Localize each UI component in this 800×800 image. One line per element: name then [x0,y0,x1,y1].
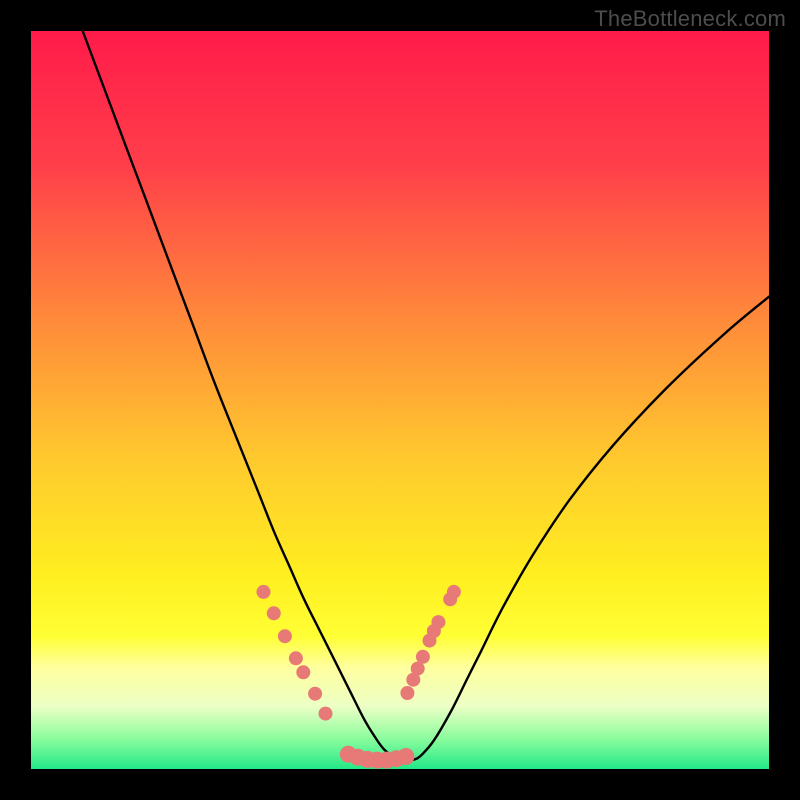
plot-area [31,31,769,769]
background-gradient [31,31,769,769]
attribution-label: TheBottleneck.com [594,6,786,32]
chart-frame: TheBottleneck.com [0,0,800,800]
